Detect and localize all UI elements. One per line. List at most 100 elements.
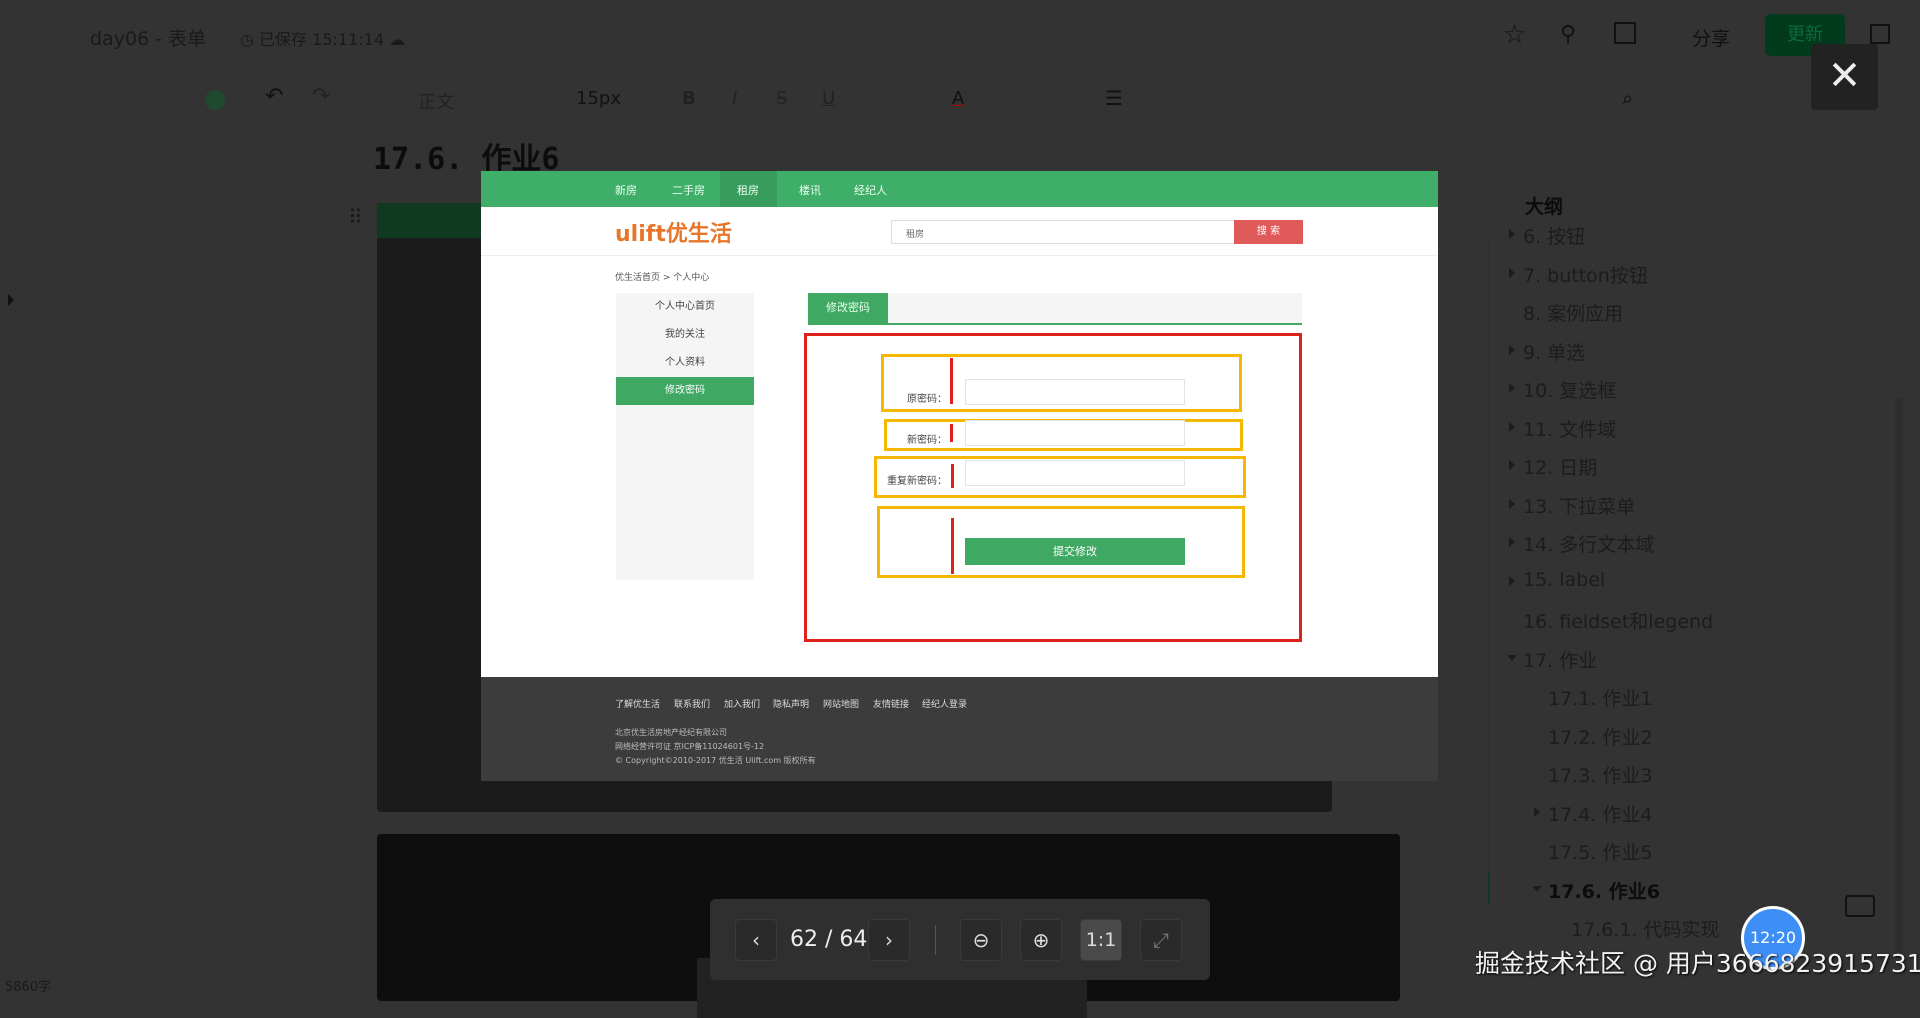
outline-item-label: 17.1. 作业1 <box>1548 688 1653 710</box>
search-button: 搜 索 <box>1234 220 1303 244</box>
outline-item-label: 15. label <box>1523 568 1606 591</box>
doc-title: day06 - 表单 <box>90 28 207 50</box>
present-icon[interactable] <box>1614 22 1636 44</box>
nav-item: 二手房 <box>672 184 705 197</box>
caret-right-icon[interactable] <box>1509 498 1515 509</box>
caret-right-icon[interactable] <box>1509 575 1515 586</box>
outline-item[interactable]: 17.2. 作业2 <box>1548 723 1652 750</box>
add-collaborator-icon[interactable]: ⚲ <box>1560 22 1576 47</box>
page-indicator: 62 / 64 <box>790 927 868 952</box>
undo-icon[interactable]: ↶ <box>265 84 283 109</box>
zoom-out-icon[interactable]: ⊖ <box>960 919 1002 961</box>
outline-item[interactable]: 15. label <box>1509 568 1606 591</box>
outline-item[interactable]: 7. button按钮 <box>1509 261 1648 288</box>
site-nav: 新房 二手房 租房 楼讯 经纪人 <box>481 171 1438 207</box>
new-password-input <box>965 420 1185 446</box>
panel-toggle-icon[interactable] <box>1870 24 1890 44</box>
outline-item[interactable]: 8. 案例应用 <box>1523 299 1623 326</box>
tab-bar: 修改密码 <box>808 293 1302 325</box>
nav-item: 楼讯 <box>799 184 821 197</box>
outline-scrollbar[interactable] <box>1895 398 1903 958</box>
footer-link: 友情链接 <box>873 700 910 710</box>
preview-image: 新房 二手房 租房 楼讯 经纪人 ulift优生活 租房 搜 索 优生活首页 >… <box>481 171 1438 781</box>
footer-link: 经纪人登录 <box>922 700 968 710</box>
caret-right-icon[interactable] <box>1509 344 1515 355</box>
outline-item[interactable]: 17.6.1. 代码实现 <box>1571 915 1720 942</box>
outline-item[interactable]: 10. 复选框 <box>1509 376 1616 403</box>
share-button[interactable]: 分享 <box>1692 24 1730 51</box>
outline-item[interactable]: 17.3. 作业3 <box>1548 761 1652 788</box>
prev-button[interactable]: ‹ <box>735 919 777 961</box>
outline-item[interactable]: 9. 单选 <box>1509 338 1586 365</box>
italic-button[interactable]: I <box>732 88 737 109</box>
paragraph-style-select[interactable]: 正文 <box>418 88 454 114</box>
outline-title: 大纲 <box>1525 196 1564 218</box>
field-label: 重复新密码： <box>887 476 947 487</box>
fullscreen-icon[interactable]: ⤢ <box>1140 919 1182 961</box>
expand-arrow-icon[interactable] <box>8 294 14 306</box>
word-count: 5860字 <box>5 980 52 995</box>
outline-item-label: 17.6.1. 代码实现 <box>1571 919 1720 941</box>
star-icon[interactable]: ☆ <box>1503 20 1526 50</box>
font-size-select[interactable]: 15px <box>576 88 621 109</box>
footer-text: 北京优生活房地产经纪有限公司 <box>615 728 727 737</box>
outline-item-label: 16. fieldset和legend <box>1523 611 1714 633</box>
font-color-button[interactable]: A <box>952 88 964 109</box>
outline-item[interactable]: 12. 日期 <box>1509 453 1597 480</box>
menu-item: 个人资料 <box>665 357 705 368</box>
breadcrumb: 优生活首页 > 个人中心 <box>615 273 710 283</box>
caret-right-icon[interactable] <box>1509 421 1515 432</box>
outline-item[interactable]: 14. 多行文本域 <box>1509 530 1655 557</box>
caret-right-icon[interactable] <box>1534 806 1540 817</box>
footer-link: 加入我们 <box>724 700 761 710</box>
footer-link: 隐私声明 <box>773 700 810 710</box>
outline-item-label: 17.4. 作业4 <box>1548 803 1653 826</box>
caret-right-icon[interactable] <box>1509 229 1515 239</box>
outline-item[interactable]: 16. fieldset和legend <box>1523 607 1713 634</box>
zoom-in-icon[interactable]: ⊕ <box>1020 919 1062 961</box>
caret-right-icon[interactable] <box>1509 267 1515 278</box>
outline-item[interactable]: 17.5. 作业5 <box>1548 838 1652 865</box>
redo-icon[interactable]: ↷ <box>312 84 330 109</box>
field-label: 新密码： <box>907 435 947 446</box>
strike-button[interactable]: S <box>776 88 787 109</box>
outline-item-label: 17.6. 作业6 <box>1548 880 1660 903</box>
old-password-input <box>965 379 1185 405</box>
search-category: 租房 <box>906 230 925 240</box>
keyboard-icon[interactable] <box>1845 895 1875 917</box>
outline-item[interactable]: 11. 文件域 <box>1509 415 1616 442</box>
actual-size-button[interactable]: 1:1 <box>1080 919 1122 961</box>
underline-button[interactable]: U <box>822 88 835 109</box>
bold-button[interactable]: B <box>682 88 696 109</box>
outline-item[interactable]: 6. 按钮 <box>1509 225 1585 249</box>
caret-down-icon[interactable] <box>1507 654 1517 661</box>
outline-item[interactable]: 17.1. 作业1 <box>1548 684 1652 711</box>
outline-item[interactable]: 17.6. 作业6 <box>1532 877 1660 904</box>
outline-item-label: 17.2. 作业2 <box>1548 726 1653 749</box>
drag-handle-icon[interactable]: ⠿ <box>348 205 363 229</box>
outline-item-label: 7. button按钮 <box>1523 264 1648 287</box>
outline-item-label: 9. 单选 <box>1523 341 1586 364</box>
align-icon[interactable]: ☰ <box>1105 86 1123 110</box>
site-footer: 了解优生活 联系我们 加入我们 隐私声明 网站地图 友情链接 经纪人登录 北京优… <box>481 677 1438 781</box>
outline-active-marker <box>1488 872 1490 904</box>
menu-item-active: 修改密码 <box>616 377 754 405</box>
find-icon[interactable]: ⌕ <box>1622 86 1633 110</box>
outline-item[interactable]: 17.4. 作业4 <box>1534 800 1653 827</box>
saved-time: 已保存 15:11:14 <box>259 30 384 49</box>
outline-item[interactable]: 17. 作业 <box>1507 646 1597 673</box>
caret-right-icon[interactable] <box>1509 460 1515 470</box>
caret-right-icon[interactable] <box>1509 383 1515 393</box>
watermark: 掘金技术社区 @ 用户3666823915731 <box>1475 949 1920 978</box>
site-logo: ulift优生活 <box>615 222 732 247</box>
outline-item-label: 14. 多行文本域 <box>1523 534 1655 556</box>
caret-down-icon[interactable] <box>1532 885 1542 892</box>
side-menu: 个人中心首页 我的关注 个人资料 修改密码 <box>616 293 754 580</box>
footer-text: 网络经营许可证 京ICP备11024601号-12 <box>615 742 765 751</box>
outline-item-label: 13. 下拉菜单 <box>1523 495 1636 518</box>
next-button[interactable]: › <box>868 919 910 961</box>
close-viewer-button[interactable]: ✕ <box>1811 44 1878 110</box>
footer-link: 联系我们 <box>674 700 711 710</box>
caret-right-icon[interactable] <box>1509 537 1515 547</box>
outline-item[interactable]: 13. 下拉菜单 <box>1509 492 1636 519</box>
